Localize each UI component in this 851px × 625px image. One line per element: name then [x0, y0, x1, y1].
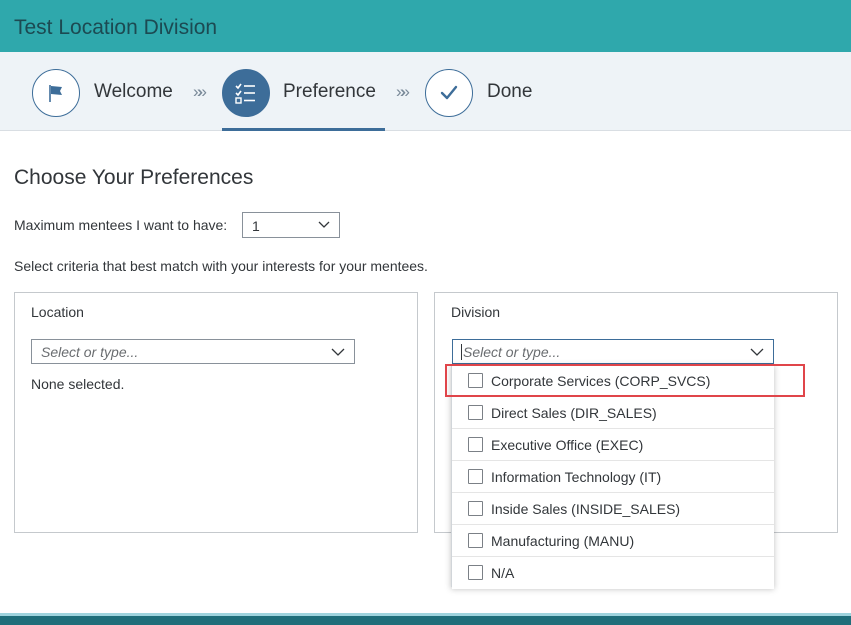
max-mentees-label: Maximum mentees I want to have:: [14, 217, 228, 233]
location-selection-status: None selected.: [31, 376, 125, 392]
chevron-down-icon[interactable]: [331, 348, 345, 356]
option-checkbox[interactable]: [468, 565, 483, 580]
option-label: Information Technology (IT): [491, 469, 662, 485]
division-combobox[interactable]: Select or type...: [452, 339, 774, 364]
page-title: Choose Your Preferences: [14, 166, 254, 189]
step-done-button[interactable]: [425, 69, 473, 117]
app-title: Test Location Division: [14, 16, 218, 39]
active-step-indicator: [222, 128, 385, 131]
option-label: Corporate Services (CORP_SVCS): [491, 373, 711, 389]
option-checkbox[interactable]: [468, 469, 483, 484]
footer-bar: [0, 613, 851, 625]
step-preference-button[interactable]: [222, 69, 270, 117]
location-panel: Location Select or type... None selected…: [14, 292, 418, 533]
wizard-stepper: Welcome »» Preference »» Done: [0, 52, 851, 131]
division-option[interactable]: Manufacturing (MANU): [452, 525, 774, 557]
step-separator-icon: »»: [396, 82, 410, 101]
step-separator-icon: »»: [193, 82, 207, 101]
option-checkbox[interactable]: [468, 501, 483, 516]
app-header: Test Location Division: [0, 0, 851, 52]
option-checkbox[interactable]: [468, 373, 483, 388]
option-checkbox[interactable]: [468, 405, 483, 420]
step-preference-label: Preference: [283, 81, 376, 102]
option-label: Direct Sales (DIR_SALES): [491, 405, 657, 421]
checkmark-icon: [440, 85, 458, 100]
division-dropdown-list: Corporate Services (CORP_SVCS) Direct Sa…: [451, 364, 774, 589]
location-title: Location: [31, 304, 84, 320]
division-option[interactable]: Information Technology (IT): [452, 461, 774, 493]
location-combobox[interactable]: Select or type...: [31, 339, 355, 364]
option-label: N/A: [491, 565, 515, 581]
flag-icon: [49, 85, 62, 102]
step-welcome-button[interactable]: [32, 69, 80, 117]
max-mentees-value: 1: [252, 218, 260, 234]
max-mentees-select[interactable]: 1: [242, 212, 340, 238]
option-checkbox[interactable]: [468, 437, 483, 452]
division-option[interactable]: Executive Office (EXEC): [452, 429, 774, 461]
option-label: Manufacturing (MANU): [491, 533, 635, 549]
division-option[interactable]: Corporate Services (CORP_SVCS): [452, 365, 774, 397]
division-option[interactable]: Direct Sales (DIR_SALES): [452, 397, 774, 429]
option-checkbox[interactable]: [468, 533, 483, 548]
location-placeholder: Select or type...: [41, 344, 139, 360]
division-option[interactable]: N/A: [452, 557, 774, 589]
chevron-down-icon: [318, 221, 330, 228]
option-label: Executive Office (EXEC): [491, 437, 644, 453]
division-placeholder: Select or type...: [461, 344, 561, 360]
chevron-down-icon[interactable]: [750, 348, 764, 356]
footer-accent-line: [0, 613, 851, 616]
division-option[interactable]: Inside Sales (INSIDE_SALES): [452, 493, 774, 525]
division-title: Division: [451, 304, 501, 320]
criteria-instructions: Select criteria that best match with you…: [14, 258, 428, 274]
option-label: Inside Sales (INSIDE_SALES): [491, 501, 681, 517]
step-done-label: Done: [487, 81, 533, 102]
step-welcome-label: Welcome: [94, 81, 173, 102]
checklist-icon: [235, 83, 255, 104]
